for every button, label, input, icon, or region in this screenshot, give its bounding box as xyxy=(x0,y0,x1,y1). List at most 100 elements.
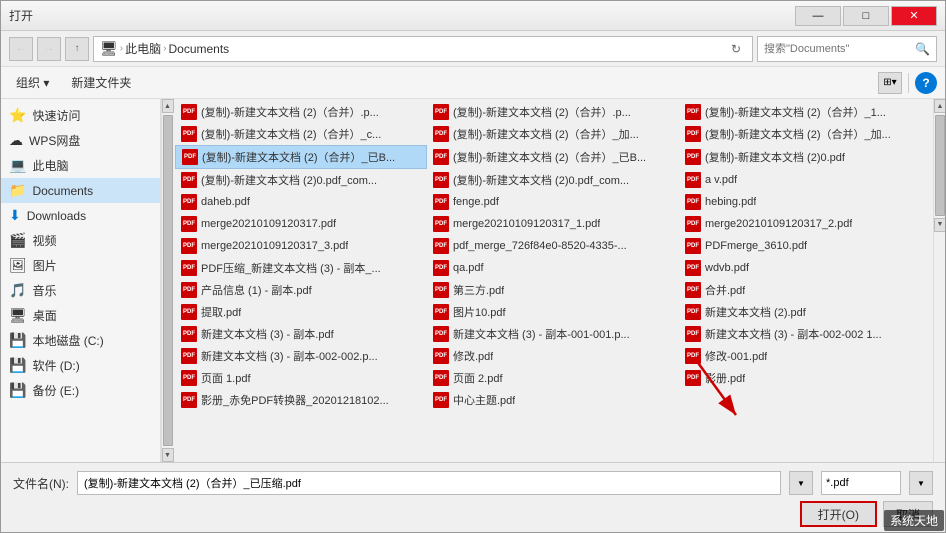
file-item[interactable]: PDFwdvb.pdf xyxy=(679,257,931,279)
file-scrollbar[interactable]: ▲ ▼ xyxy=(933,99,945,462)
file-item[interactable]: PDF中心主题.pdf xyxy=(427,389,679,411)
view-controls: ⊞▾ ? xyxy=(878,72,937,94)
file-item[interactable]: PDFfenge.pdf xyxy=(427,191,679,213)
file-item[interactable]: PDF第三方.pdf xyxy=(427,279,679,301)
desktop-icon: 🖥 xyxy=(9,307,27,324)
forward-button[interactable]: → xyxy=(37,37,61,61)
minimize-button[interactable]: — xyxy=(795,6,841,26)
breadcrumb[interactable]: 🖥 › 此电脑 › Documents xyxy=(100,40,722,57)
file-item[interactable]: PDFa v.pdf xyxy=(679,169,931,191)
title-bar-controls: — □ ✕ xyxy=(795,6,937,26)
file-item[interactable]: PDF(复制)-新建文本文档 (2)0.pdf xyxy=(679,145,931,169)
file-item[interactable]: PDFPDFmerge_3610.pdf xyxy=(679,235,931,257)
file-item[interactable]: PDF(复制)-新建文本文档 (2)（合并）_已B... xyxy=(427,145,679,169)
file-item[interactable]: PDFPDF压缩_新建文本文档 (3) - 副本_... xyxy=(175,257,427,279)
file-item[interactable]: PDF提取.pdf xyxy=(175,301,427,323)
file-item[interactable]: PDF(复制)-新建文本文档 (2)（合并）_c... xyxy=(175,123,427,145)
file-item[interactable]: PDFmerge20210109120317_3.pdf xyxy=(175,235,427,257)
sidebar-item-videos[interactable]: 🎬 视频 xyxy=(1,228,160,253)
new-folder-button[interactable]: 新建文件夹 xyxy=(64,72,138,94)
file-name: (复制)-新建文本文档 (2)（合并）_加... xyxy=(705,126,891,142)
sidebar-item-music[interactable]: 🎵 音乐 xyxy=(1,278,160,303)
sidebar-scroll-thumb[interactable] xyxy=(163,115,173,446)
filetype-dropdown[interactable]: ▼ xyxy=(909,471,933,495)
sidebar-item-desktop[interactable]: 🖥 桌面 xyxy=(1,303,160,328)
file-name: merge20210109120317.pdf xyxy=(201,218,336,230)
file-item[interactable]: PDF修改-001.pdf xyxy=(679,345,931,367)
pdf-icon: PDF xyxy=(433,216,449,232)
file-name: 页面 1.pdf xyxy=(201,370,251,386)
sidebar-item-downloads[interactable]: ⬇ Downloads xyxy=(1,203,160,228)
file-item[interactable]: PDF新建文本文档 (3) - 副本-001-001.p... xyxy=(427,323,679,345)
file-item[interactable]: PDFhebing.pdf xyxy=(679,191,931,213)
back-button[interactable]: ← xyxy=(9,37,33,61)
file-item[interactable]: PDF(复制)-新建文本文档 (2)0.pdf_com... xyxy=(427,169,679,191)
file-item[interactable]: PDF(复制)-新建文本文档 (2)（合并）.p... xyxy=(175,101,427,123)
file-item[interactable]: PDF修改.pdf xyxy=(427,345,679,367)
file-item[interactable]: PDF页面 2.pdf xyxy=(427,367,679,389)
file-item[interactable]: PDF(复制)-新建文本文档 (2)（合并）_已B... xyxy=(175,145,427,169)
file-item[interactable]: PDF合并.pdf xyxy=(679,279,931,301)
sidebar-item-wps[interactable]: ☁ WPS网盘 xyxy=(1,128,160,153)
search-bar[interactable]: 🔍 xyxy=(757,36,937,62)
file-item[interactable]: PDF新建文本文档 (2).pdf xyxy=(679,301,931,323)
organize-button[interactable]: 组织 ▾ xyxy=(9,72,56,94)
sidebar-item-pictures[interactable]: 🖼 图片 xyxy=(1,253,160,278)
sidebar-item-backup-e[interactable]: 💾 备份 (E:) xyxy=(1,378,160,403)
breadcrumb-computer[interactable]: 🖥 xyxy=(100,40,118,57)
file-item[interactable]: PDF(复制)-新建文本文档 (2)0.pdf_com... xyxy=(175,169,427,191)
sidebar-item-documents[interactable]: 📁 Documents xyxy=(1,178,160,203)
sidebar-item-local-c[interactable]: 💾 本地磁盘 (C:) xyxy=(1,328,160,353)
file-item[interactable]: PDF影册.pdf xyxy=(679,367,931,389)
file-item[interactable]: PDFqa.pdf xyxy=(427,257,679,279)
file-item[interactable]: PDFpdf_merge_726f84e0-8520-4335-... xyxy=(427,235,679,257)
sidebar-scrollbar[interactable]: ▲ ▼ xyxy=(161,99,173,462)
file-item[interactable]: PDF影册_赤免PDF转换器_20201218102... xyxy=(175,389,427,411)
filename-dropdown[interactable]: ▼ xyxy=(789,471,813,495)
file-item[interactable]: PDF新建文本文档 (3) - 副本.pdf xyxy=(175,323,427,345)
pdf-icon: PDF xyxy=(685,172,701,188)
file-item[interactable]: PDF(复制)-新建文本文档 (2)（合并）_1... xyxy=(679,101,931,123)
pdf-icon: PDF xyxy=(685,348,701,364)
file-item[interactable]: PDF(复制)-新建文本文档 (2)（合并）_加... xyxy=(427,123,679,145)
file-item[interactable]: PDF产品信息 (1) - 副本.pdf xyxy=(175,279,427,301)
maximize-button[interactable]: □ xyxy=(843,6,889,26)
file-item[interactable]: PDF(复制)-新建文本文档 (2)（合并）.p... xyxy=(427,101,679,123)
file-scroll-thumb[interactable] xyxy=(935,115,945,216)
sidebar-scroll-down[interactable]: ▼ xyxy=(162,448,174,462)
sidebar-scroll-up[interactable]: ▲ xyxy=(162,99,174,113)
sidebar-item-this-pc[interactable]: 💻 此电脑 xyxy=(1,153,160,178)
file-item[interactable]: PDF新建文本文档 (3) - 副本-002-002.p... xyxy=(175,345,427,367)
file-item[interactable]: PDF图片10.pdf xyxy=(427,301,679,323)
file-name: 页面 2.pdf xyxy=(453,370,503,386)
open-button[interactable]: 打开(O) xyxy=(800,501,877,527)
file-item[interactable]: PDFmerge20210109120317_2.pdf xyxy=(679,213,931,235)
file-scroll-down[interactable]: ▼ xyxy=(934,218,945,232)
file-name: 影册_赤免PDF转换器_20201218102... xyxy=(201,392,389,408)
filename-input[interactable] xyxy=(77,471,781,495)
search-input[interactable] xyxy=(764,43,911,55)
pdf-icon: PDF xyxy=(433,392,449,408)
sidebar-item-quick-access[interactable]: ⭐ 快速访问 xyxy=(1,103,160,128)
pdf-icon: PDF xyxy=(181,194,197,210)
file-item[interactable]: PDFdaheb.pdf xyxy=(175,191,427,213)
file-scroll-up[interactable]: ▲ xyxy=(934,99,945,113)
breadcrumb-thispc[interactable]: 此电脑 xyxy=(125,40,161,57)
file-item[interactable]: PDFmerge20210109120317_1.pdf xyxy=(427,213,679,235)
breadcrumb-documents[interactable]: Documents xyxy=(168,42,229,56)
close-button[interactable]: ✕ xyxy=(891,6,937,26)
file-name: merge20210109120317_2.pdf xyxy=(705,218,852,230)
view-toggle-button[interactable]: ⊞▾ xyxy=(878,72,902,94)
up-button[interactable]: ↑ xyxy=(65,37,89,61)
file-item[interactable]: PDFmerge20210109120317.pdf xyxy=(175,213,427,235)
pictures-icon: 🖼 xyxy=(9,257,27,274)
file-item[interactable]: PDF新建文本文档 (3) - 副本-002-002 1... xyxy=(679,323,931,345)
sidebar-item-software-d[interactable]: 💾 软件 (D:) xyxy=(1,353,160,378)
download-icon: ⬇ xyxy=(9,207,21,224)
help-button[interactable]: ? xyxy=(915,72,937,94)
file-item[interactable]: PDF页面 1.pdf xyxy=(175,367,427,389)
refresh-button[interactable]: ↻ xyxy=(726,39,746,59)
pdf-icon: PDF xyxy=(181,326,197,342)
filetype-input[interactable] xyxy=(821,471,901,495)
file-item[interactable]: PDF(复制)-新建文本文档 (2)（合并）_加... xyxy=(679,123,931,145)
